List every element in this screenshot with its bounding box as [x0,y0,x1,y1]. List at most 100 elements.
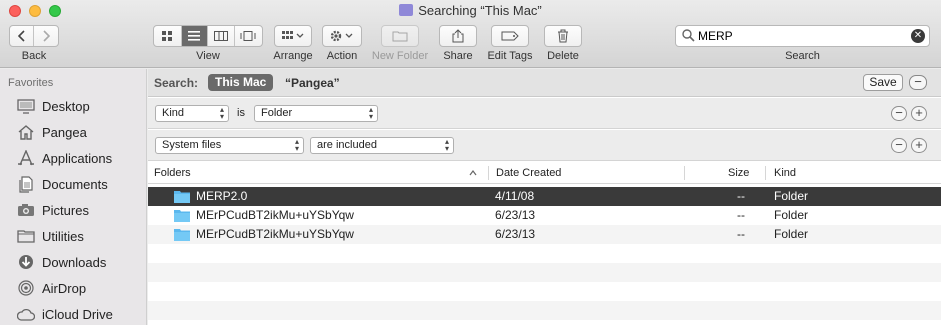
sort-ascending-icon [469,170,477,176]
view-segmented-control [153,25,263,47]
criteria-operator-label: is [237,107,245,119]
delete-label: Delete [547,50,579,62]
favorites-heading: Favorites [8,77,54,89]
empty-row [148,244,941,263]
table-header: Folders Date Created Size Kind [148,162,941,184]
save-search-button[interactable]: Save [863,74,903,91]
airdrop-icon [16,279,36,297]
sidebar-item-downloads[interactable]: Downloads [0,249,147,275]
search-input[interactable] [698,28,898,44]
scope-this-mac-button[interactable]: This Mac [208,74,274,91]
column-view-icon [213,31,228,41]
sidebar-item-pictures[interactable]: Pictures [0,197,147,223]
remove-criteria-button[interactable]: − [891,138,907,153]
arrange-grid-icon [282,31,304,39]
folder-icon [16,227,36,245]
chevron-right-icon [43,30,50,42]
new-folder-label: New Folder [371,50,429,62]
sidebar-item-desktop[interactable]: Desktop [0,93,147,119]
action-label: Action [326,50,358,62]
list-view-icon [188,31,201,41]
edit-tags-button[interactable] [491,25,529,47]
folder-icon [174,210,190,222]
popup-arrows-icon: ▴ ▾ [294,137,299,153]
gear-icon [330,30,353,42]
view-label: View [196,50,220,62]
trash-icon [558,29,568,43]
view-columns-button[interactable] [208,26,235,46]
desktop-icon [16,97,36,115]
back-button[interactable] [10,26,35,46]
share-icon [452,29,464,43]
add-criteria-button[interactable]: + [911,106,927,121]
back-label: Back [21,50,47,62]
cloud-icon [16,305,36,323]
column-header-date-created[interactable]: Date Created [496,167,561,179]
chevron-left-icon [17,30,25,42]
forward-button[interactable] [34,26,58,46]
column-header-kind[interactable]: Kind [774,167,796,179]
toolbar: Searching “This Mac” Back View Arrange A [0,0,941,68]
tag-icon [501,31,519,41]
view-icons-button[interactable] [154,26,182,46]
search-results-pane: Search: This Mac “Pangea” Save − Kind ▴ ▾… [148,69,941,325]
documents-icon [16,175,36,193]
table-row[interactable]: MERP2.0 4/11/08 -- Folder [148,187,941,206]
popup-arrows-icon: ▴ ▾ [444,137,449,153]
criteria-row: Kind ▴ ▾ is Folder ▴ ▾ − + [148,98,941,129]
criteria-attribute-popup[interactable]: Kind ▴ ▾ [155,105,229,122]
search-scope-label: Search: [154,76,199,90]
edit-tags-label: Edit Tags [487,50,533,62]
arrange-label: Arrange [273,50,313,62]
empty-row [148,263,941,282]
search-field[interactable]: ✕ [675,25,930,47]
icon-view-icon [162,31,173,41]
smart-folder-icon [399,4,414,16]
view-gallery-button[interactable] [235,26,262,46]
popup-arrows-icon: ▴ ▾ [368,105,373,121]
cover-flow-icon [240,31,256,41]
criteria-row: System files ▴ ▾ are included ▴ ▾ − + [148,130,941,161]
scope-pangea-button[interactable]: “Pangea” [285,76,340,90]
remove-criteria-button[interactable]: − [891,106,907,121]
sidebar-item-icloud-drive[interactable]: iCloud Drive [0,301,147,325]
camera-icon [16,201,36,219]
table-row[interactable]: MErPCudBT2ikMu+uYSbYqw 6/23/13 -- Folder [148,225,941,244]
new-folder-button[interactable] [381,25,419,47]
share-button[interactable] [439,25,477,47]
add-criteria-button[interactable]: + [911,138,927,153]
search-scope-bar: Search: This Mac “Pangea” Save − [148,69,941,97]
criteria-value-popup[interactable]: are included ▴ ▾ [310,137,454,154]
column-header-name[interactable]: Folders [154,167,191,179]
action-button[interactable] [322,25,362,47]
folder-icon [174,191,190,203]
applications-icon [16,149,36,167]
clear-search-icon[interactable]: ✕ [911,29,925,43]
criteria-value-popup[interactable]: Folder ▴ ▾ [254,105,378,122]
sidebar-item-applications[interactable]: Applications [0,145,147,171]
sidebar-item-airdrop[interactable]: AirDrop [0,275,147,301]
back-forward-control [9,25,59,47]
search-icon [682,29,695,42]
empty-row [148,301,941,320]
view-list-button[interactable] [181,26,209,46]
criteria-attribute-popup[interactable]: System files ▴ ▾ [155,137,304,154]
new-folder-icon [392,31,408,42]
table-row[interactable]: MErPCudBT2ikMu+uYSbYqw 6/23/13 -- Folder [148,206,941,225]
column-header-size[interactable]: Size [728,167,749,179]
delete-button[interactable] [544,25,582,47]
window-title: Searching “This Mac” [0,3,941,18]
remove-all-criteria-button[interactable]: − [909,75,927,90]
folder-icon [174,229,190,241]
download-icon [16,253,36,271]
sidebar-item-documents[interactable]: Documents [0,171,147,197]
sidebar: Favorites Desktop Pangea Applications Do… [0,69,147,325]
sidebar-item-pangea[interactable]: Pangea [0,119,147,145]
search-label: Search [785,50,820,62]
arrange-button[interactable] [274,25,312,47]
sidebar-item-utilities[interactable]: Utilities [0,223,147,249]
share-label: Share [443,50,473,62]
home-icon [16,123,36,141]
popup-arrows-icon: ▴ ▾ [219,105,224,121]
empty-row [148,282,941,301]
